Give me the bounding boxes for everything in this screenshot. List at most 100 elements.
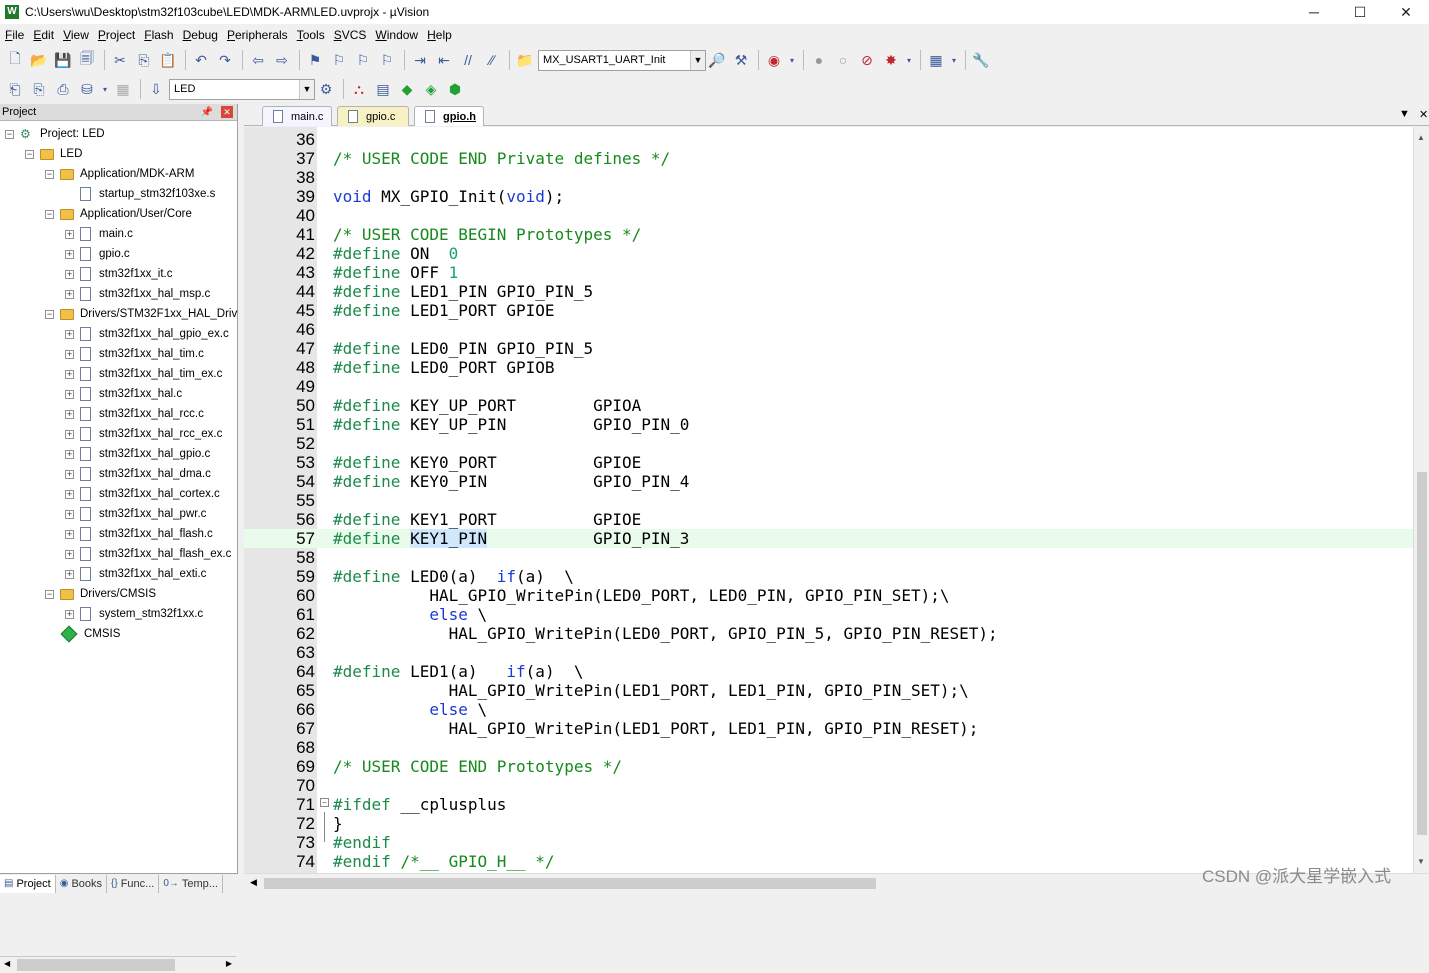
panel-tab[interactable]: ◉ Books (56, 874, 108, 893)
tree-item[interactable]: + stm32f1xx_hal_tim_ex.c (65, 364, 222, 384)
code-line[interactable]: 39 void MX_GPIO_Init(void); (244, 187, 1414, 206)
code-editor[interactable]: 36 37/* USER CODE END Private defines */ 3… (244, 127, 1429, 873)
menu-item[interactable]: Flash (143, 28, 180, 42)
collapse-icon[interactable]: − (45, 309, 54, 319)
tree-item[interactable]: + stm32f1xx_hal.c (65, 384, 182, 404)
tree-item[interactable]: − Application/User/Core (45, 204, 192, 224)
expand-icon[interactable]: + (65, 609, 74, 619)
collapse-icon[interactable]: − (25, 149, 34, 159)
expand-icon[interactable]: + (65, 289, 74, 299)
tree-item[interactable]: + stm32f1xx_hal_rcc.c (65, 404, 204, 424)
incremental-find-icon[interactable]: ⚒ (730, 49, 752, 71)
code-line[interactable]: 61 else \ (244, 605, 1414, 624)
rebuild-icon[interactable]: ⎙ (52, 78, 74, 100)
build-icon[interactable]: ⎘ (28, 78, 50, 100)
scroll-up-icon[interactable]: ▲ (1417, 133, 1425, 142)
chevron-down-icon[interactable]: ▼ (690, 50, 705, 70)
code-line[interactable]: 71 #ifdef __cplusplus (244, 795, 1414, 814)
event-recorder-icon[interactable]: ⬢ (444, 78, 466, 100)
target-options-icon[interactable]: ⚙ (315, 78, 337, 100)
menu-item[interactable]: Tools (296, 28, 332, 42)
collapse-icon[interactable]: − (45, 209, 54, 219)
expand-icon[interactable]: + (65, 489, 74, 499)
collapse-icon[interactable]: − (5, 129, 14, 139)
code-line[interactable]: 68 (244, 738, 1414, 757)
close-icon[interactable]: ✕ (221, 106, 233, 118)
chevron-down-icon[interactable]: ▾ (787, 49, 797, 71)
find-in-files-icon[interactable]: 📁 (514, 49, 536, 71)
tree-item[interactable]: − ⚙ Project: LED (5, 124, 105, 144)
tree-item[interactable]: CMSIS (45, 624, 120, 644)
cut-icon[interactable]: ✂ (109, 49, 131, 71)
close-icon[interactable]: ✕ (1419, 108, 1428, 121)
tree-item[interactable]: + stm32f1xx_hal_flash_ex.c (65, 544, 231, 564)
scroll-right-icon[interactable]: ▶ (226, 959, 232, 968)
code-line[interactable]: 48 #define LED0_PORT GPIOB (244, 358, 1414, 377)
new-file-icon[interactable]: 🗋 (4, 49, 26, 71)
tree-item[interactable]: + system_stm32f1xx.c (65, 604, 203, 624)
target-combo[interactable]: LED ▼ (169, 78, 315, 100)
pin-icon[interactable]: 📌 (201, 107, 213, 118)
minimize-button[interactable]: ─ (1291, 0, 1337, 24)
scroll-thumb[interactable] (17, 959, 175, 971)
expand-icon[interactable]: + (65, 369, 74, 379)
code-line[interactable]: 49 (244, 377, 1414, 396)
code-line[interactable]: 56 #define KEY1_PORT GPIOE (244, 510, 1414, 529)
select-packs-icon[interactable]: ▤ (372, 78, 394, 100)
code-line[interactable]: 45 #define LED1_PORT GPIOE (244, 301, 1414, 320)
batch-build-icon[interactable]: ⛁ (76, 78, 98, 100)
code-line[interactable]: 42 #define ON 0 (244, 244, 1414, 263)
tree-item[interactable]: + main.c (65, 224, 133, 244)
tree-item[interactable]: + stm32f1xx_hal_cortex.c (65, 484, 220, 504)
breakpoint-kill-icon[interactable]: ✸ (880, 49, 902, 71)
code-line[interactable]: 44 #define LED1_PIN GPIO_PIN_5 (244, 282, 1414, 301)
expand-icon[interactable]: + (65, 549, 74, 559)
bookmark-toggle-icon[interactable]: ⚑ (304, 49, 326, 71)
comment-icon[interactable]: // (457, 49, 479, 71)
code-line[interactable]: 36 (244, 130, 1414, 149)
tree-item[interactable]: + stm32f1xx_hal_gpio_ex.c (65, 324, 229, 344)
editor-vertical-scrollbar[interactable]: ▲ ▼ (1413, 127, 1429, 873)
redo-icon[interactable]: ↷ (214, 49, 236, 71)
pack-installer-icon[interactable]: ◈ (420, 78, 442, 100)
code-line[interactable]: 52 (244, 434, 1414, 453)
expand-icon[interactable]: + (65, 449, 74, 459)
code-line[interactable]: 37 /* USER CODE END Private defines */ (244, 149, 1414, 168)
tree-item[interactable]: + stm32f1xx_hal_pwr.c (65, 504, 206, 524)
code-line[interactable]: 50 #define KEY_UP_PORT GPIOA (244, 396, 1414, 415)
code-line[interactable]: 51 #define KEY_UP_PIN GPIO_PIN_0 (244, 415, 1414, 434)
panel-tab[interactable]: ▤ Project (0, 874, 56, 893)
code-line[interactable]: 47 #define LED0_PIN GPIO_PIN_5 (244, 339, 1414, 358)
code-line[interactable]: 41 /* USER CODE BEGIN Prototypes */ (244, 225, 1414, 244)
menu-item[interactable]: Edit (32, 28, 61, 42)
paste-icon[interactable]: 📋 (157, 49, 179, 71)
tree-item[interactable]: − Drivers/STM32F1xx_HAL_Driv (45, 304, 237, 324)
tree-item[interactable]: − Drivers/CMSIS (45, 584, 156, 604)
scroll-down-icon[interactable]: ▼ (1417, 857, 1425, 866)
save-icon[interactable]: 💾 (52, 49, 74, 71)
code-line[interactable]: 55 (244, 491, 1414, 510)
expand-icon[interactable]: + (65, 509, 74, 519)
code-line[interactable]: 57 #define KEY1_PIN GPIO_PIN_3 (244, 529, 1414, 548)
editor-tab[interactable]: gpio.h (414, 106, 484, 126)
close-window-button[interactable]: ✕ (1383, 0, 1429, 24)
scroll-left-icon[interactable]: ◀ (250, 877, 257, 888)
code-line[interactable]: 62 HAL_GPIO_WritePin(LED0_PORT, GPIO_PIN… (244, 624, 1414, 643)
code-line[interactable]: 58 (244, 548, 1414, 567)
save-all-icon[interactable]: 🗐 (76, 49, 98, 71)
tree-item[interactable]: + stm32f1xx_hal_tim.c (65, 344, 204, 364)
chevron-down-icon[interactable]: ▼ (299, 79, 314, 99)
chevron-down-icon[interactable]: ▾ (949, 49, 959, 71)
code-line[interactable]: 43 #define OFF 1 (244, 263, 1414, 282)
code-line[interactable]: 53 #define KEY0_PORT GPIOE (244, 453, 1414, 472)
editor-tab[interactable]: gpio.c (337, 106, 409, 126)
code-line[interactable]: 69 /* USER CODE END Prototypes */ (244, 757, 1414, 776)
tree-item[interactable]: + stm32f1xx_hal_rcc_ex.c (65, 424, 222, 444)
collapse-icon[interactable]: − (45, 169, 54, 179)
expand-icon[interactable]: + (65, 469, 74, 479)
breakpoint-disable-icon[interactable]: ⊘ (856, 49, 878, 71)
code-line[interactable]: 46 (244, 320, 1414, 339)
stop-build-icon[interactable]: ▦ (112, 78, 134, 100)
expand-icon[interactable]: + (65, 329, 74, 339)
expand-icon[interactable]: + (65, 269, 74, 279)
